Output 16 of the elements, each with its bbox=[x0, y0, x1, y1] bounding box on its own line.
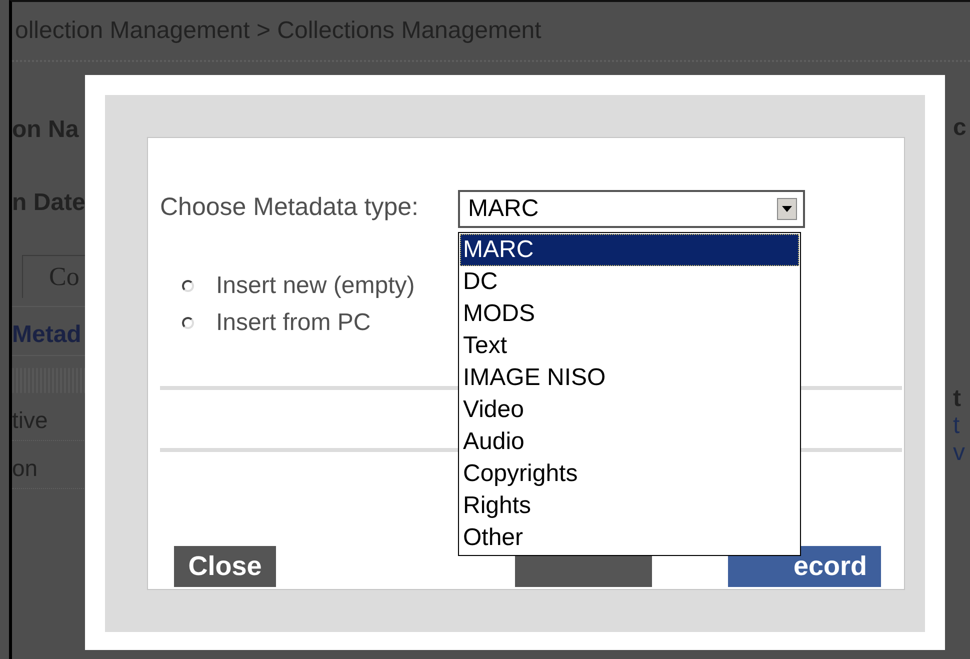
radio-button[interactable] bbox=[182, 316, 194, 328]
dropdown-option[interactable]: Rights bbox=[460, 490, 799, 522]
dropdown-option[interactable]: Video bbox=[460, 394, 799, 426]
radio-button[interactable] bbox=[182, 280, 194, 292]
close-button[interactable]: Close bbox=[174, 546, 276, 587]
dropdown-option[interactable]: Audio bbox=[460, 426, 799, 458]
dropdown-option[interactable]: MARC bbox=[460, 234, 799, 266]
dropdown-option[interactable]: IMAGE NISO bbox=[460, 362, 799, 394]
dropdown-option[interactable]: DC bbox=[460, 266, 799, 298]
radio-label: Insert new (empty) bbox=[216, 272, 415, 300]
radio-label: Insert from PC bbox=[216, 308, 371, 336]
metadata-type-select[interactable]: MARC bbox=[458, 190, 805, 228]
dropdown-option[interactable]: Copyrights bbox=[460, 458, 799, 490]
dropdown-option[interactable]: MODS bbox=[460, 298, 799, 330]
dropdown-option[interactable]: Text bbox=[460, 330, 799, 362]
metadata-type-label: Choose Metadata type: bbox=[160, 193, 420, 222]
